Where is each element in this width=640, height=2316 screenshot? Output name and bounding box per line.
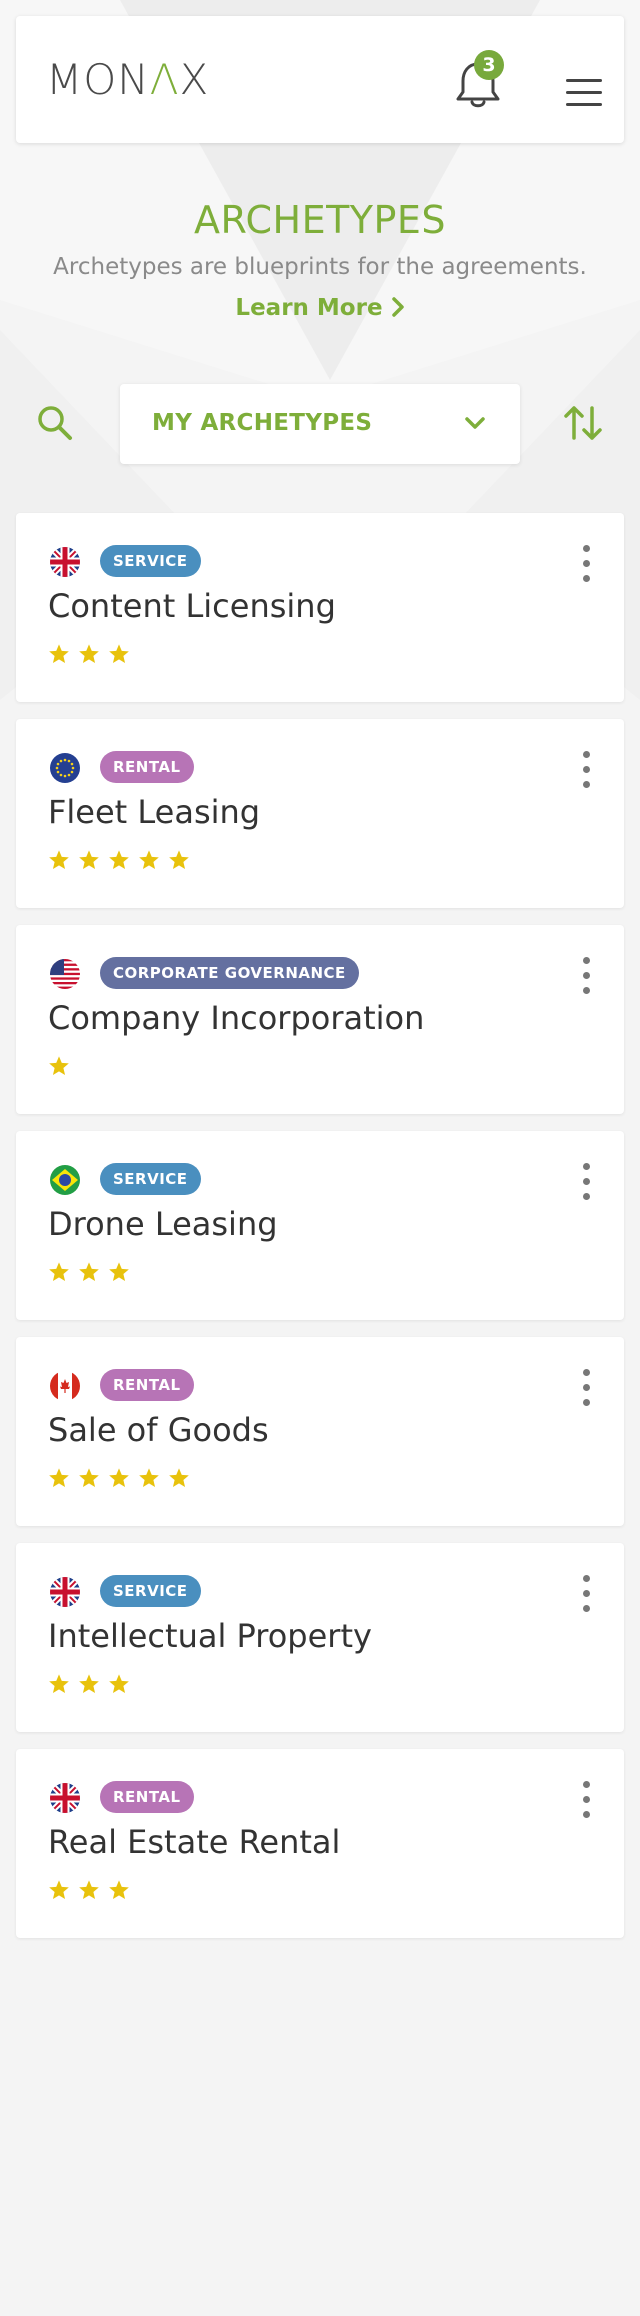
archetype-card[interactable]: RENTAL Fleet Leasing [16, 719, 624, 908]
more-options-icon[interactable] [580, 955, 592, 997]
uk-flag-icon [50, 547, 80, 577]
star-icon [139, 1468, 159, 1487]
eu-flag-icon [50, 753, 80, 783]
archetype-card[interactable]: RENTAL Real Estate Rental [16, 1749, 624, 1938]
more-options-icon[interactable] [580, 543, 592, 585]
star-icon [169, 1468, 189, 1487]
archetype-title[interactable]: Content Licensing [48, 587, 336, 625]
star-icon [49, 850, 69, 869]
us-flag-icon [50, 959, 80, 989]
more-options-icon[interactable] [580, 1367, 592, 1409]
star-icon [79, 850, 99, 869]
star-icon [79, 1468, 99, 1487]
archetype-title[interactable]: Drone Leasing [48, 1205, 278, 1243]
brazil-flag-icon [50, 1165, 80, 1195]
uk-flag-icon [50, 1577, 80, 1607]
star-icon [109, 644, 129, 663]
archetype-card[interactable]: CORPORATE GOVERNANCE Company Incorporatio… [16, 925, 624, 1114]
star-rating [48, 1467, 198, 1491]
category-badge: RENTAL [100, 751, 194, 783]
star-icon [79, 1880, 99, 1899]
archetype-card[interactable]: SERVICE Drone Leasing [16, 1131, 624, 1320]
star-icon [49, 644, 69, 663]
archetype-filter-dropdown[interactable]: MY ARCHETYPES [120, 384, 520, 464]
more-options-icon[interactable] [580, 749, 592, 791]
uk-flag-icon [50, 1783, 80, 1813]
star-icon [169, 850, 189, 869]
learn-more-label: Learn More [235, 295, 383, 321]
category-badge: RENTAL [100, 1781, 194, 1813]
more-options-icon[interactable] [580, 1161, 592, 1203]
category-badge: CORPORATE GOVERNANCE [100, 957, 359, 989]
archetype-title[interactable]: Fleet Leasing [48, 793, 260, 831]
archetype-card[interactable]: RENTAL Sale of Goods [16, 1337, 624, 1526]
star-rating [48, 643, 138, 667]
category-badge: SERVICE [100, 545, 201, 577]
archetype-title[interactable]: Real Estate Rental [48, 1823, 340, 1861]
star-icon [79, 644, 99, 663]
page-subtitle: Archetypes are blueprints for the agreem… [53, 254, 587, 280]
star-icon [49, 1056, 69, 1075]
star-rating [48, 849, 198, 873]
filter-selected-value: MY ARCHETYPES [152, 410, 373, 436]
category-badge: RENTAL [100, 1369, 194, 1401]
canada-flag-icon [50, 1371, 80, 1401]
star-icon [109, 1262, 129, 1281]
archetype-card[interactable]: SERVICE Intellectual Property [16, 1543, 624, 1732]
archetype-card[interactable]: SERVICE Content Licensing [16, 513, 624, 702]
star-icon [109, 850, 129, 869]
category-badge: SERVICE [100, 1163, 201, 1195]
archetype-title[interactable]: Company Incorporation [48, 999, 424, 1037]
chevron-right-icon [391, 297, 404, 317]
hamburger-menu-icon[interactable] [564, 76, 604, 110]
archetype-list: SERVICE Content Licensing RENTAL Fleet Lea… [16, 513, 624, 1955]
page-title: ARCHETYPES [193, 198, 447, 242]
category-badge: SERVICE [100, 1575, 201, 1607]
star-rating [48, 1673, 138, 1697]
star-icon [49, 1468, 69, 1487]
star-rating [48, 1261, 138, 1285]
star-icon [49, 1674, 69, 1693]
search-icon[interactable] [36, 404, 74, 442]
archetype-title[interactable]: Intellectual Property [48, 1617, 372, 1655]
star-icon [79, 1262, 99, 1281]
star-icon [109, 1674, 129, 1693]
star-icon [139, 850, 159, 869]
app-header: MONΛX 3 [16, 16, 624, 143]
notification-badge[interactable]: 3 [474, 50, 504, 80]
learn-more-link[interactable]: Learn More [0, 295, 640, 321]
more-options-icon[interactable] [580, 1573, 592, 1615]
star-icon [79, 1674, 99, 1693]
more-options-icon[interactable] [580, 1779, 592, 1821]
star-icon [109, 1880, 129, 1899]
sort-icon[interactable] [562, 402, 604, 444]
star-icon [49, 1262, 69, 1281]
chevron-down-icon [465, 417, 485, 429]
monax-logo[interactable]: MONΛX [46, 58, 209, 102]
star-icon [109, 1468, 129, 1487]
star-rating [48, 1055, 78, 1079]
star-icon [49, 1880, 69, 1899]
archetype-title[interactable]: Sale of Goods [48, 1411, 269, 1449]
star-rating [48, 1879, 138, 1903]
